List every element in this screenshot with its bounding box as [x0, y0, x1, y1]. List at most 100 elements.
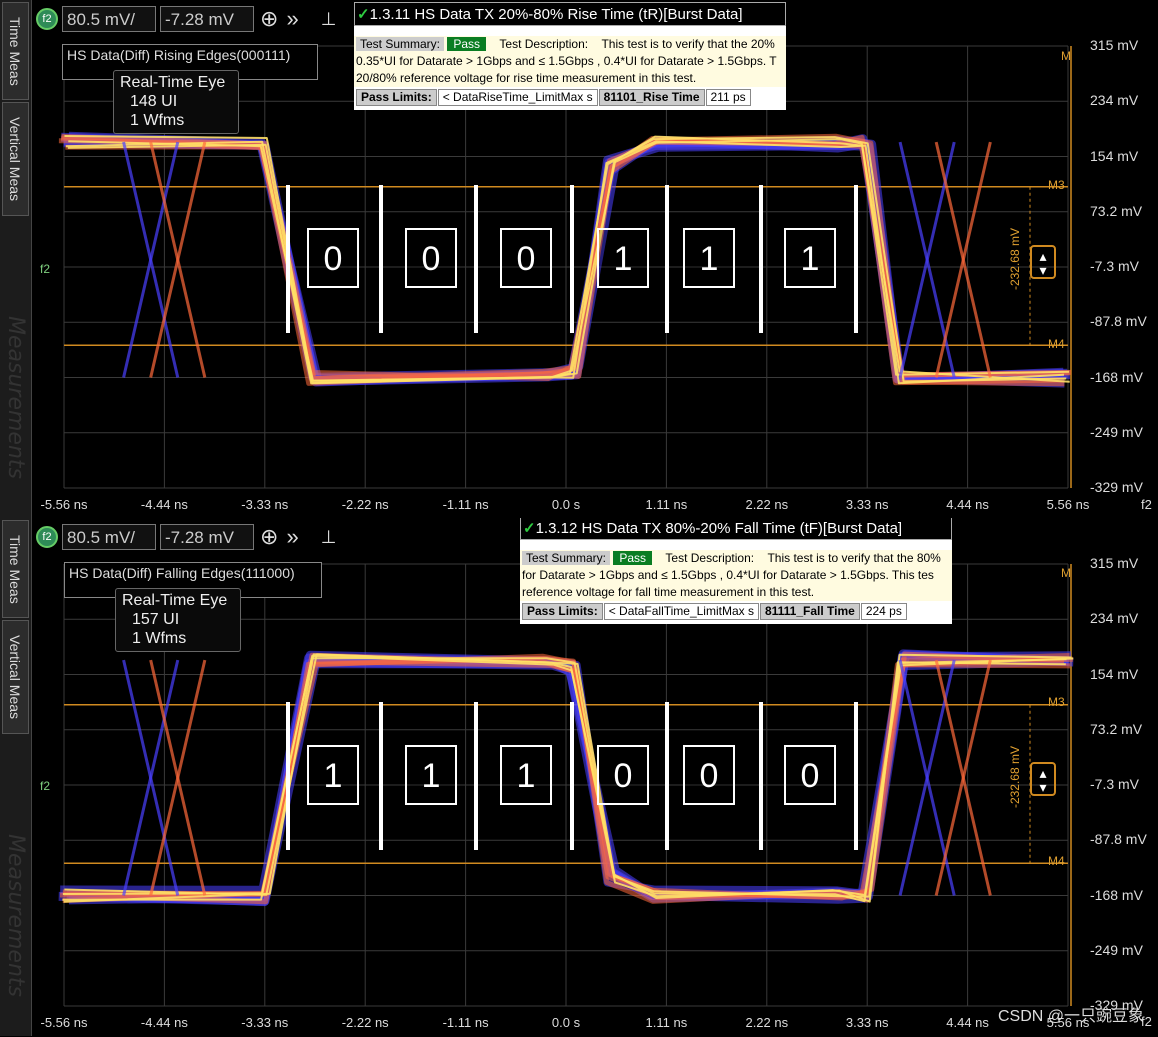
y-tick-label: -7.3 mV [1090, 258, 1140, 274]
y-tick-label: 315 mV [1090, 37, 1139, 53]
meas-name: 81101_Rise Time [598, 89, 705, 106]
scope-panel-rising: Time Meas Vertical Meas Measurements f2 … [0, 0, 1158, 518]
test-title-text: 1.3.12 HS Data TX 80%-20% Fall Time (tF)… [535, 520, 903, 537]
desc-line-1: This test is to verify that the 20% [601, 37, 775, 51]
x-tick-label: -5.56 ns [40, 1015, 88, 1030]
desc-line-3: reference voltage for fall time measurem… [522, 585, 815, 599]
summary-row: Test Summary: Pass Test Description: Thi… [520, 550, 952, 567]
double-chevron-icon[interactable]: » [284, 524, 300, 550]
offset-field[interactable]: -7.28 mV [160, 524, 254, 550]
waveform-trace [63, 653, 1067, 903]
cursor-delta-label: -232.68 mV [1008, 746, 1022, 809]
bit-value: 0 [500, 228, 552, 288]
x-tick-label: 5.56 ns [1046, 1015, 1090, 1030]
tab-time-meas[interactable]: Time Meas [2, 520, 29, 618]
offset-field[interactable]: -7.28 mV [160, 6, 254, 32]
cursor-drag-handle[interactable]: ▴ ▾ [1030, 245, 1056, 279]
x-tick-label: 1.11 ns [645, 497, 688, 512]
plus-circle-icon[interactable]: ⊕ [258, 6, 280, 32]
waveform-trace [64, 653, 1072, 898]
y-tick-label: 154 mV [1090, 665, 1139, 682]
double-chevron-icon[interactable]: » [284, 6, 300, 32]
y-tick-label: 73.2 mV [1090, 202, 1143, 219]
tab-time-meas[interactable]: Time Meas [2, 2, 29, 100]
limit-expr: < DataRiseTime_LimitMax s [437, 89, 598, 106]
waveform-trace [58, 656, 1068, 906]
cursor-m-label: M [1061, 566, 1071, 580]
bit-divider [474, 185, 478, 333]
waveform-trace [63, 653, 1070, 901]
bit-divider [379, 702, 383, 850]
plus-circle-icon[interactable]: ⊕ [258, 524, 280, 550]
bit-value: 1 [307, 745, 359, 805]
check-icon: ✓ [523, 520, 536, 537]
y-tick-label: 315 mV [1090, 555, 1139, 571]
summary-label: Test Summary: [522, 551, 611, 565]
pass-limits-row: Pass Limits: < DataRiseTime_LimitMax s 811… [354, 87, 786, 108]
x-tick-label: -5.56 ns [40, 497, 88, 512]
bit-value: 0 [597, 745, 649, 805]
limits-label: Pass Limits: [356, 89, 437, 106]
limit-expr: < DataFallTime_LimitMax s [603, 603, 759, 620]
channel-badge[interactable]: f2 [36, 526, 58, 548]
x-tick-label: 3.33 ns [845, 497, 889, 512]
bit-divider [665, 702, 669, 850]
waveform-trace [62, 657, 1066, 903]
tab-measurements[interactable]: Measurements [3, 316, 28, 506]
x-tick-label: -4.44 ns [140, 497, 188, 512]
waveform-trace [58, 133, 1072, 381]
scale-field[interactable]: 80.5 mV/ [62, 6, 156, 32]
y-tick-label: -87.8 mV [1090, 831, 1147, 848]
desc-line-2: 0.35*UI for Datarate > 1Gbps and ≤ 1.5Gb… [356, 54, 777, 68]
y-tick-label: -329 mV [1090, 997, 1143, 1013]
y-tick-label: 234 mV [1090, 92, 1139, 109]
channel-ground-marker: f2 [40, 262, 51, 276]
y-tick-label: -168 mV [1090, 886, 1143, 903]
bit-divider [570, 702, 574, 850]
y-tick-label: -329 mV [1090, 479, 1143, 495]
cursor-m4-label[interactable]: M4 [1048, 337, 1065, 351]
x-tick-label: -4.44 ns [140, 1015, 188, 1030]
pin-icon[interactable]: ⊥ [319, 6, 339, 32]
check-icon: ✓ [357, 6, 370, 23]
status-badge: Pass [613, 551, 653, 565]
bit-value: 1 [500, 745, 552, 805]
tab-vertical-meas[interactable]: Vertical Meas [2, 102, 29, 216]
bit-divider [379, 185, 383, 333]
x-tick-label: 0.0 s [551, 497, 581, 512]
cursor-delta-label: -232.68 mV [1008, 228, 1022, 291]
side-tabs: Time Meas Vertical Meas Measurements [0, 518, 32, 1036]
x-tick-label: 3.33 ns [845, 1015, 889, 1030]
meas-value: 224 ps [860, 603, 907, 620]
channel-badge[interactable]: f2 [36, 8, 58, 30]
x-tick-label: 4.44 ns [946, 1015, 989, 1030]
scale-field[interactable]: 80.5 mV/ [62, 524, 156, 550]
y-tick-label: -7.3 mV [1090, 776, 1140, 792]
test-title: ✓1.3.12 HS Data TX 80%-20% Fall Time (tF… [520, 518, 952, 540]
status-badge: Pass [447, 37, 487, 51]
meas-value: 211 ps [705, 89, 751, 106]
eye-wfms-count: 1 Wfms [132, 630, 187, 647]
bit-value: 0 [784, 745, 836, 805]
cursor-drag-handle[interactable]: ▴ ▾ [1030, 762, 1056, 796]
cursor-m3-label[interactable]: M3 [1048, 695, 1065, 709]
waveform-trace [60, 135, 1065, 387]
test-result-box: ✓1.3.11 HS Data TX 20%-80% Rise Time (tR… [354, 2, 786, 110]
pin-icon[interactable]: ⊥ [319, 524, 339, 550]
side-tabs: Time Meas Vertical Meas Measurements [0, 0, 32, 518]
y-tick-label: -87.8 mV [1090, 313, 1147, 330]
cursor-m4-label[interactable]: M4 [1048, 854, 1065, 868]
cursor-m3-label[interactable]: M3 [1048, 178, 1065, 192]
x-tick-label: 0.0 s [551, 1015, 581, 1030]
tab-measurements[interactable]: Measurements [3, 834, 28, 1024]
y-tick-label: -168 mV [1090, 368, 1143, 385]
bit-divider [474, 702, 478, 850]
cursor-m-label: M [1061, 49, 1071, 63]
x-tick-label: 5.56 ns [1046, 497, 1090, 512]
summary-row: Test Summary: Pass Test Description: Thi… [354, 36, 786, 53]
waveform-trace [60, 650, 1074, 903]
eye-info-box: Real-Time Eye 157 UI 1 Wfms [115, 588, 241, 652]
tab-vertical-meas[interactable]: Vertical Meas [2, 620, 29, 734]
bit-divider [854, 702, 858, 850]
x-tick-label: 2.22 ns [745, 497, 789, 512]
